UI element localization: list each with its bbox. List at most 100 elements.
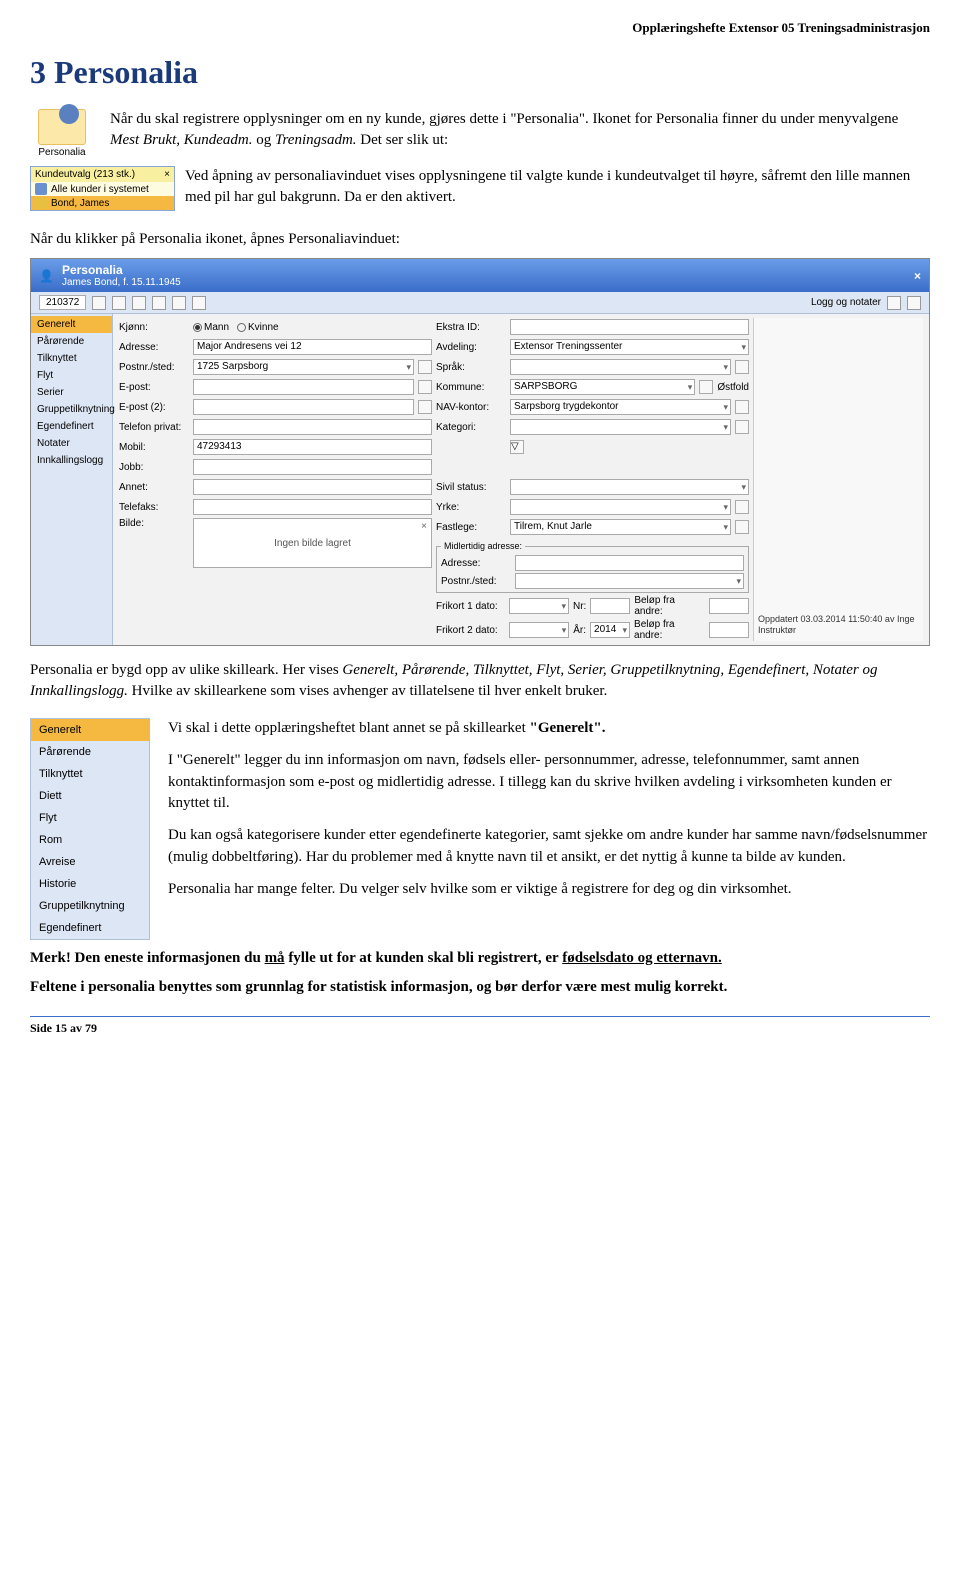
input-telefaks[interactable] — [193, 499, 432, 515]
tab2-flyt[interactable]: Flyt — [31, 807, 149, 829]
input-annet[interactable] — [193, 479, 432, 495]
input-belop2[interactable] — [709, 622, 749, 638]
page-header: Opplæringshefte Extensor 05 Treningsadmi… — [30, 20, 930, 36]
input-kommune[interactable]: SARPSBORG — [510, 379, 695, 395]
edit-icon[interactable] — [735, 360, 749, 374]
intro-paragraph-1: Når du skal registrere opplysninger om e… — [110, 109, 930, 158]
person-arrow-icon — [35, 197, 47, 209]
edit-icon[interactable] — [699, 380, 713, 394]
kunde-row-selected[interactable]: Bond, James — [51, 198, 109, 209]
input-fastlege[interactable]: Tilrem, Knut Jarle — [510, 519, 731, 535]
label-sprak: Språk: — [436, 362, 506, 373]
input-kategori[interactable] — [510, 419, 731, 435]
kunde-filter-all[interactable]: Alle kunder i systemet — [51, 184, 149, 195]
tab-parorende[interactable]: Pårørende — [31, 333, 112, 350]
input-belop1[interactable] — [709, 598, 749, 614]
input-jobb[interactable] — [193, 459, 432, 475]
label-annet: Annet: — [119, 482, 189, 493]
input-adresse2[interactable] — [515, 555, 744, 571]
toolbar-delete-icon[interactable] — [152, 296, 166, 310]
tab2-egendefinert[interactable]: Egendefinert — [31, 917, 149, 939]
merk-paragraph-2: Feltene i personalia benyttes som grunnl… — [30, 977, 930, 998]
input-postnr[interactable]: 1725 Sarpsborg — [193, 359, 414, 375]
label-telefaks: Telefaks: — [119, 502, 189, 513]
label-nav: NAV-kontor: — [436, 402, 506, 413]
toolbar-misc-icon[interactable] — [192, 296, 206, 310]
tab-gruppetilknytning[interactable]: Gruppetilknytning — [31, 401, 112, 418]
tab2-avreise[interactable]: Avreise — [31, 851, 149, 873]
input-sivil[interactable] — [510, 479, 749, 495]
kundeutvalg-panel: Kundeutvalg (213 stk.)× Alle kunder i sy… — [30, 166, 175, 211]
label-ostfold: Østfold — [717, 382, 749, 393]
input-telpriv[interactable] — [193, 419, 432, 435]
radio-mann[interactable] — [193, 323, 202, 332]
input-adresse[interactable]: Major Andresens vei 12 — [193, 339, 432, 355]
tab-serier[interactable]: Serier — [31, 384, 112, 401]
tab-tilknyttet[interactable]: Tilknyttet — [31, 350, 112, 367]
tab2-tilknyttet[interactable]: Tilknyttet — [31, 763, 149, 785]
input-yrke[interactable] — [510, 499, 731, 515]
input-ar[interactable]: 2014 — [590, 622, 630, 638]
bilde-clear-icon[interactable]: × — [421, 521, 427, 532]
label-ekstraid: Ekstra ID: — [436, 322, 506, 333]
input-ekstraid[interactable] — [510, 319, 749, 335]
input-frikort1[interactable] — [509, 598, 569, 614]
edit-icon[interactable] — [735, 500, 749, 514]
label-kjonn: Kjønn: — [119, 322, 189, 333]
label-epost2: E-post (2): — [119, 402, 189, 413]
tab2-parorende[interactable]: Pårørende — [31, 741, 149, 763]
input-epost[interactable] — [193, 379, 414, 395]
lookup-icon[interactable] — [418, 360, 432, 374]
input-frikort1-nr[interactable] — [590, 598, 630, 614]
label-mobil: Mobil: — [119, 442, 189, 453]
person-card-icon — [38, 109, 86, 145]
toolbar-new-icon[interactable] — [92, 296, 106, 310]
tab2-gruppetilknytning[interactable]: Gruppetilknytning — [31, 895, 149, 917]
radio-kvinne[interactable] — [237, 323, 246, 332]
midlertidig-adresse-group: Midlertidig adresse: Adresse: Postnr./st… — [436, 541, 749, 593]
customer-id-field[interactable]: 210372 — [39, 295, 86, 310]
edit-icon[interactable] — [735, 520, 749, 534]
input-mobil[interactable]: 47293413 — [193, 439, 432, 455]
label-postnr2: Postnr./sted: — [441, 576, 511, 587]
label-epost: E-post: — [119, 382, 189, 393]
toolbar-print-icon[interactable] — [172, 296, 186, 310]
log-notes-label: Logg og notater — [811, 297, 881, 308]
tab-flyt[interactable]: Flyt — [31, 367, 112, 384]
edit-icon[interactable] — [735, 420, 749, 434]
mail-icon[interactable] — [418, 380, 432, 394]
bilde-box[interactable]: Ingen bilde lagret × — [193, 518, 432, 568]
input-sprak[interactable] — [510, 359, 731, 375]
window-close-icon[interactable]: × — [914, 269, 921, 283]
input-nav[interactable]: Sarpsborg trygdekontor — [510, 399, 731, 415]
tab2-historie[interactable]: Historie — [31, 873, 149, 895]
toolbar-note-icon[interactable] — [907, 296, 921, 310]
close-icon[interactable]: × — [164, 169, 170, 180]
toolbar-save-icon[interactable] — [112, 296, 126, 310]
tab-notater[interactable]: Notater — [31, 435, 112, 452]
intro-paragraph-2: Ved åpning av personaliavinduet vises op… — [185, 166, 930, 211]
tabs-list-image: Generelt Pårørende Tilknyttet Diett Flyt… — [30, 718, 150, 940]
tab-strip: Generelt Pårørende Tilknyttet Flyt Serie… — [31, 314, 113, 645]
filter-icon[interactable]: ▽ — [510, 440, 524, 454]
tab-generelt[interactable]: Generelt — [31, 316, 112, 333]
mail-icon[interactable] — [418, 400, 432, 414]
input-epost2[interactable] — [193, 399, 414, 415]
window-subtitle: James Bond, f. 15.11.1945 — [62, 277, 181, 288]
tab2-rom[interactable]: Rom — [31, 829, 149, 851]
tab-innkallingslogg[interactable]: Innkallingslogg — [31, 452, 112, 469]
label-jobb: Jobb: — [119, 462, 189, 473]
page-footer: Side 15 av 79 — [30, 1016, 930, 1036]
input-avdeling[interactable]: Extensor Treningssenter — [510, 339, 749, 355]
tab2-generelt[interactable]: Generelt — [31, 719, 149, 741]
edit-icon[interactable] — [735, 400, 749, 414]
label-frikort1: Frikort 1 dato: — [436, 601, 505, 612]
toolbar-log-icon[interactable] — [887, 296, 901, 310]
input-frikort2[interactable] — [509, 622, 569, 638]
log-area — [758, 322, 919, 612]
label-adresse2: Adresse: — [441, 558, 511, 569]
input-postnr2[interactable] — [515, 573, 744, 589]
tab-egendefinert[interactable]: Egendefinert — [31, 418, 112, 435]
tab2-diett[interactable]: Diett — [31, 785, 149, 807]
toolbar-card-icon[interactable] — [132, 296, 146, 310]
